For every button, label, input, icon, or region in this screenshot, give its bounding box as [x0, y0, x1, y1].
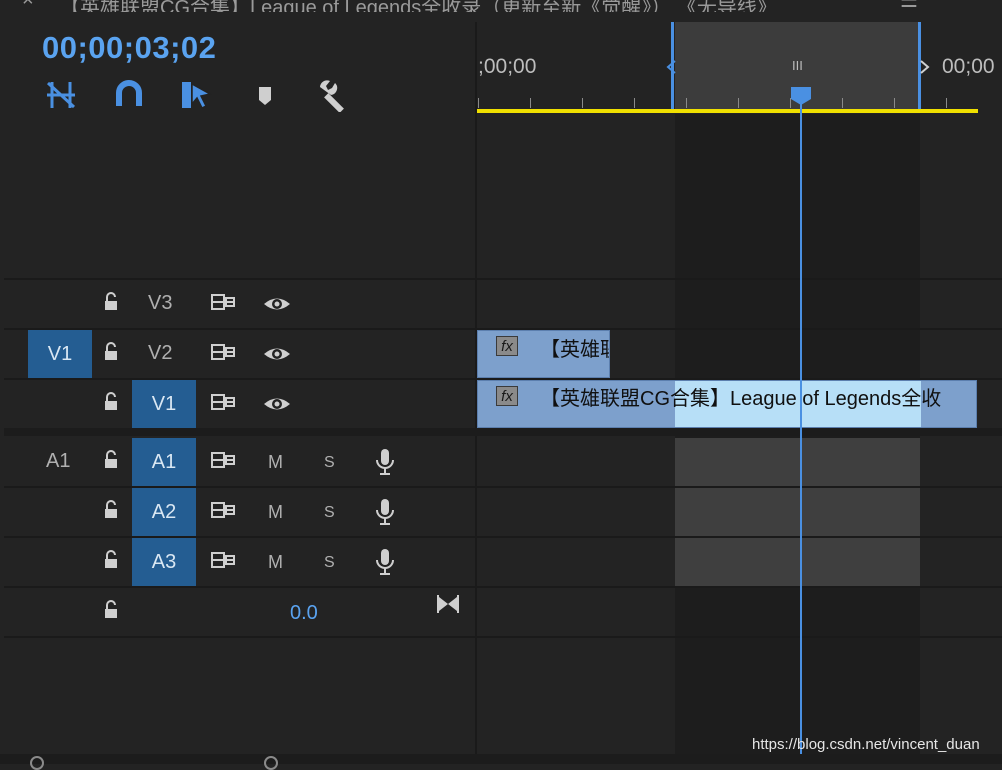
audio-range-highlight: [675, 538, 920, 586]
track-divider: [4, 586, 1002, 588]
ruler-label-end: 00;00: [942, 55, 995, 78]
mute-button-a2[interactable]: M: [268, 502, 283, 523]
track-lock-icon[interactable]: [102, 450, 120, 470]
master-volume-value[interactable]: 0.0: [290, 602, 318, 625]
fx-badge-icon: fx: [496, 386, 518, 406]
snap-icon[interactable]: [112, 78, 146, 112]
sync-lock-icon[interactable]: [210, 342, 238, 362]
voice-over-record-icon[interactable]: [374, 498, 396, 526]
track-target-a1[interactable]: A1: [132, 438, 196, 486]
mute-button-a1[interactable]: M: [268, 452, 283, 473]
video-clip-v1[interactable]: fx 【英雄联盟CG合集】League of Legends全收: [477, 380, 977, 428]
voice-over-record-icon[interactable]: [374, 548, 396, 576]
track-divider: [4, 636, 1002, 638]
range-left-arrow-icon[interactable]: [666, 60, 676, 79]
source-patch-v1[interactable]: V1: [28, 330, 92, 378]
playhead-line[interactable]: [800, 96, 802, 764]
watermark-text: https://blog.csdn.net/vincent_duan: [752, 736, 980, 753]
ruler-tick: [738, 98, 739, 108]
toggle-output-eye-icon[interactable]: [262, 294, 292, 314]
sync-lock-icon[interactable]: [210, 450, 238, 470]
track-lock-icon[interactable]: [102, 392, 120, 412]
track-target-a2[interactable]: A2: [132, 488, 196, 536]
track-lock-icon[interactable]: [102, 500, 120, 520]
ruler-tick: [686, 98, 687, 108]
ruler-tick: [478, 98, 479, 108]
ruler-tick: [582, 98, 583, 108]
solo-button-a3[interactable]: S: [324, 554, 335, 572]
ruler-label-start: ;00;00: [478, 55, 537, 78]
track-id-v2[interactable]: V2: [148, 342, 172, 365]
clip-name: 【英雄联盟CG合集】League of Legends全收: [540, 388, 942, 410]
toggle-output-eye-icon[interactable]: [262, 344, 292, 364]
go-to-in-out-icon[interactable]: [436, 594, 460, 614]
range-right-arrow-icon[interactable]: [920, 60, 930, 79]
video-clip-v2[interactable]: fx 【英雄联: [477, 330, 610, 378]
work-area-bar[interactable]: [477, 109, 978, 113]
track-lock-icon[interactable]: [102, 550, 120, 570]
solo-button-a1[interactable]: S: [324, 454, 335, 472]
ruler-tick: [530, 98, 531, 108]
track-lock-icon[interactable]: [102, 292, 120, 312]
linked-selection-icon[interactable]: [180, 78, 214, 112]
ruler-tick: [634, 98, 635, 108]
sync-lock-icon[interactable]: [210, 500, 238, 520]
sync-lock-icon[interactable]: [210, 292, 238, 312]
source-patch-a1[interactable]: A1: [46, 450, 70, 473]
audio-range-highlight: [675, 438, 920, 486]
range-grip-icon[interactable]: III: [792, 58, 803, 73]
horizontal-zoom-scrollbar[interactable]: [0, 754, 1002, 770]
video-audio-divider[interactable]: [4, 428, 1002, 436]
playhead-handle-icon[interactable]: [790, 86, 812, 106]
master-lock-icon[interactable]: [102, 600, 120, 620]
sequence-tab-title[interactable]: 【英雄联盟CG合集】League of Legends全收录（更新至新《觉醒》）…: [60, 0, 777, 12]
track-divider: [4, 278, 1002, 280]
panel-menu-icon[interactable]: ☰: [900, 0, 918, 12]
mute-button-a3[interactable]: M: [268, 552, 283, 573]
tab-bar: × 【英雄联盟CG合集】League of Legends全收录（更新至新《觉醒…: [0, 0, 1002, 12]
clip-name: 【英雄联: [540, 339, 609, 361]
sync-lock-icon[interactable]: [210, 550, 238, 570]
ruler-tick: [894, 98, 895, 108]
add-marker-icon[interactable]: [248, 78, 282, 112]
track-target-a3[interactable]: A3: [132, 538, 196, 586]
close-tab-icon[interactable]: ×: [22, 0, 34, 12]
ruler-tick: [946, 98, 947, 108]
toggle-output-eye-icon[interactable]: [262, 394, 292, 414]
fx-badge-icon: fx: [496, 336, 518, 356]
zoom-handle-left[interactable]: [30, 756, 44, 770]
settings-wrench-icon[interactable]: [316, 78, 350, 113]
zoom-handle-right[interactable]: [264, 756, 278, 770]
playhead-timecode[interactable]: 00;00;03;02: [42, 30, 216, 66]
sync-lock-icon[interactable]: [210, 392, 238, 412]
track-target-v1[interactable]: V1: [132, 380, 196, 428]
track-lock-icon[interactable]: [102, 342, 120, 362]
track-id-v3[interactable]: V3: [148, 292, 172, 315]
voice-over-record-icon[interactable]: [374, 448, 396, 476]
solo-button-a2[interactable]: S: [324, 504, 335, 522]
insert-sequence-nested-icon[interactable]: [44, 78, 78, 112]
ruler-tick: [842, 98, 843, 108]
audio-range-highlight: [675, 488, 920, 536]
